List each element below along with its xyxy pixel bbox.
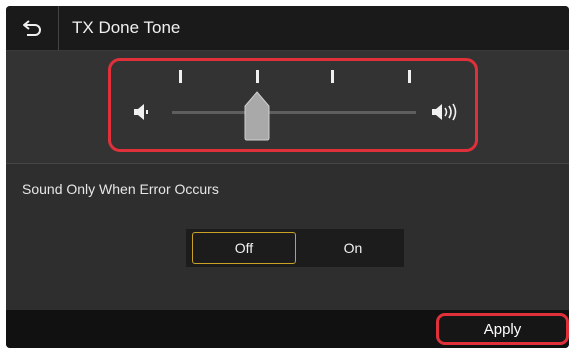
title-bar: TX Done Tone	[6, 6, 569, 51]
volume-tick	[331, 70, 334, 83]
volume-panel	[6, 51, 569, 164]
error-sound-label: Sound Only When Error Occurs	[22, 181, 219, 197]
error-sound-panel: Sound Only When Error Occurs Off On	[6, 164, 569, 310]
volume-slider-track[interactable]	[172, 111, 416, 114]
volume-highlight-frame	[108, 58, 478, 152]
volume-tick	[408, 70, 411, 83]
volume-slider-thumb[interactable]	[244, 91, 270, 141]
back-button[interactable]	[6, 6, 59, 50]
back-arrow-icon	[23, 20, 41, 36]
volume-tick	[179, 70, 182, 83]
screen: TX Done Tone Sound Only When Error Occur…	[6, 6, 569, 348]
volume-tick	[256, 70, 259, 83]
bottom-bar: Apply	[6, 310, 569, 348]
off-option[interactable]: Off	[192, 232, 296, 264]
error-sound-toggle: Off On	[186, 229, 404, 267]
on-option[interactable]: On	[302, 229, 404, 267]
speaker-low-icon	[134, 104, 148, 120]
speaker-high-icon	[432, 103, 457, 121]
apply-button[interactable]: Apply	[436, 313, 569, 345]
page-title: TX Done Tone	[72, 18, 181, 37]
